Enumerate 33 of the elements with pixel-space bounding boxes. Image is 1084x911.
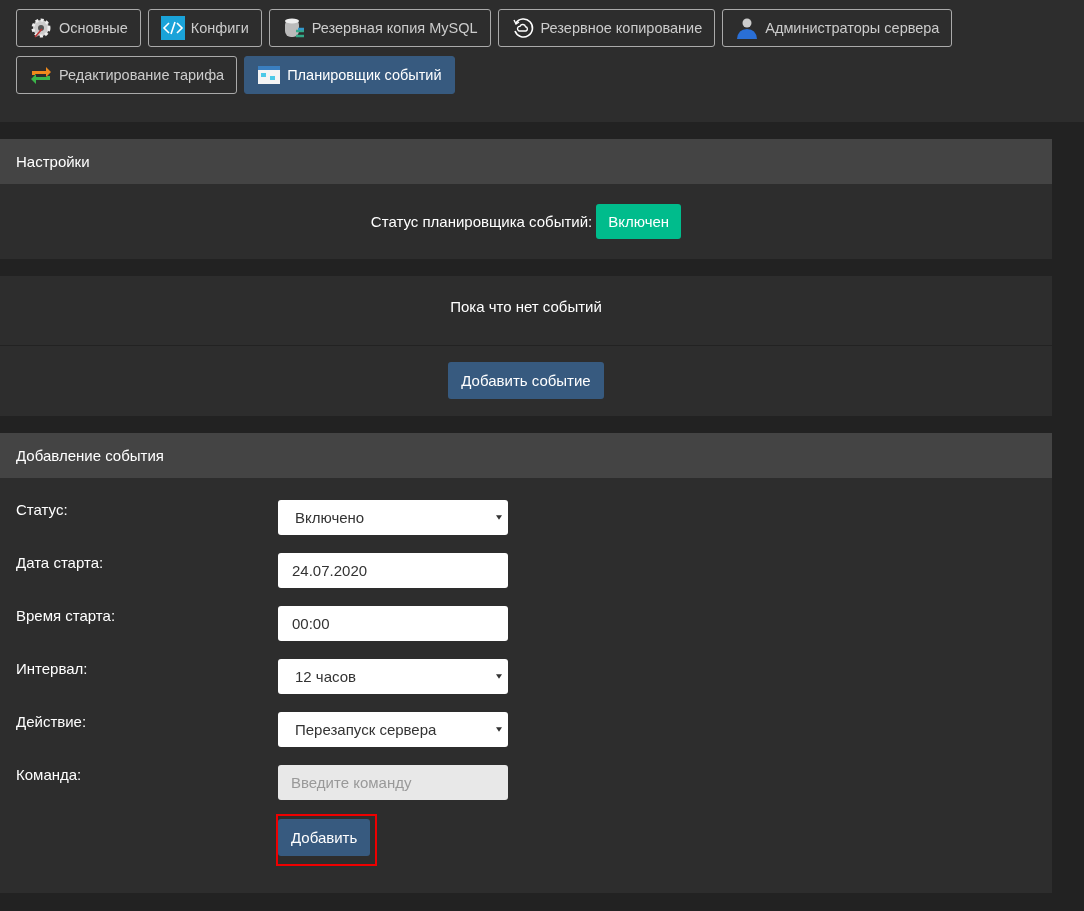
status-label: Статус планировщика событий: xyxy=(370,213,593,230)
caret-icon xyxy=(496,727,502,732)
field-label: Действие: xyxy=(16,712,88,730)
tab[interactable]: Планировщик событий xyxy=(244,56,455,94)
calendar-icon xyxy=(257,63,282,87)
field-label: Время старта: xyxy=(16,606,117,624)
panel-title: Настройки xyxy=(0,139,1052,184)
field-label: Статус: xyxy=(16,500,69,518)
tab[interactable]: Основные xyxy=(16,9,141,47)
dropdown[interactable]: 12 часов xyxy=(278,659,508,694)
dropdown[interactable]: Перезапуск сервера xyxy=(278,712,508,747)
input-field[interactable]: 00:00 xyxy=(278,606,508,641)
status-badge: Включен xyxy=(596,204,682,239)
input-field[interactable]: 24.07.2020 xyxy=(278,553,508,588)
tab[interactable]: Резервное копирование xyxy=(497,9,716,47)
tab[interactable]: Резервная копия MySQL xyxy=(268,9,491,47)
caret-icon xyxy=(496,674,502,679)
caret-icon xyxy=(496,515,502,520)
field-label: Команда: xyxy=(16,765,83,783)
code-icon xyxy=(160,16,185,40)
user-icon xyxy=(735,16,760,40)
tab[interactable]: Конфиги xyxy=(147,9,262,47)
dropdown[interactable]: Включено xyxy=(278,500,508,535)
cloud-backup-icon xyxy=(510,16,535,40)
tab[interactable]: Администраторы сервера xyxy=(722,9,953,47)
gear-icon xyxy=(29,16,53,40)
panel-title: Добавление события xyxy=(0,433,1052,478)
add-event-button[interactable]: Добавить событие xyxy=(448,362,604,399)
field-label: Дата старта: xyxy=(16,553,105,571)
add-button[interactable]: Добавить xyxy=(278,819,371,856)
field-label: Интервал: xyxy=(16,659,89,677)
tab[interactable]: Редактирование тарифа xyxy=(16,56,238,94)
empty-message: Пока что нет событий xyxy=(0,276,1052,346)
